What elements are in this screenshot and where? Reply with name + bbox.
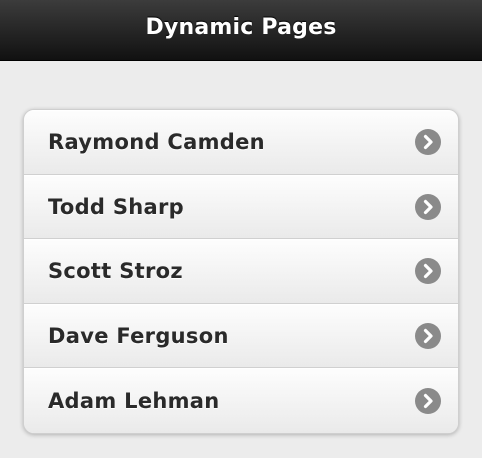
list-item-label: Adam Lehman — [48, 389, 220, 414]
list-item-label: Dave Ferguson — [48, 324, 229, 349]
chevron-right-icon — [415, 193, 441, 220]
list-item-label: Todd Sharp — [48, 194, 184, 219]
page-title: Dynamic Pages — [145, 14, 337, 40]
page-content: Raymond Camden Todd Sharp Scott Stroz Da… — [0, 61, 482, 458]
chevron-right-icon — [415, 258, 441, 285]
list-item[interactable]: Scott Stroz — [24, 239, 458, 304]
list-item[interactable]: Todd Sharp — [24, 174, 458, 240]
people-list: Raymond Camden Todd Sharp Scott Stroz Da… — [23, 109, 459, 434]
list-item-label: Scott Stroz — [48, 259, 183, 284]
page-header: Dynamic Pages — [0, 0, 482, 61]
list-item[interactable]: Dave Ferguson — [24, 303, 458, 369]
chevron-right-icon — [415, 129, 441, 156]
chevron-right-icon — [415, 388, 441, 415]
list-item[interactable]: Raymond Camden — [24, 110, 458, 175]
list-item-label: Raymond Camden — [48, 130, 265, 155]
chevron-right-icon — [415, 323, 441, 350]
list-item[interactable]: Adam Lehman — [24, 368, 458, 433]
